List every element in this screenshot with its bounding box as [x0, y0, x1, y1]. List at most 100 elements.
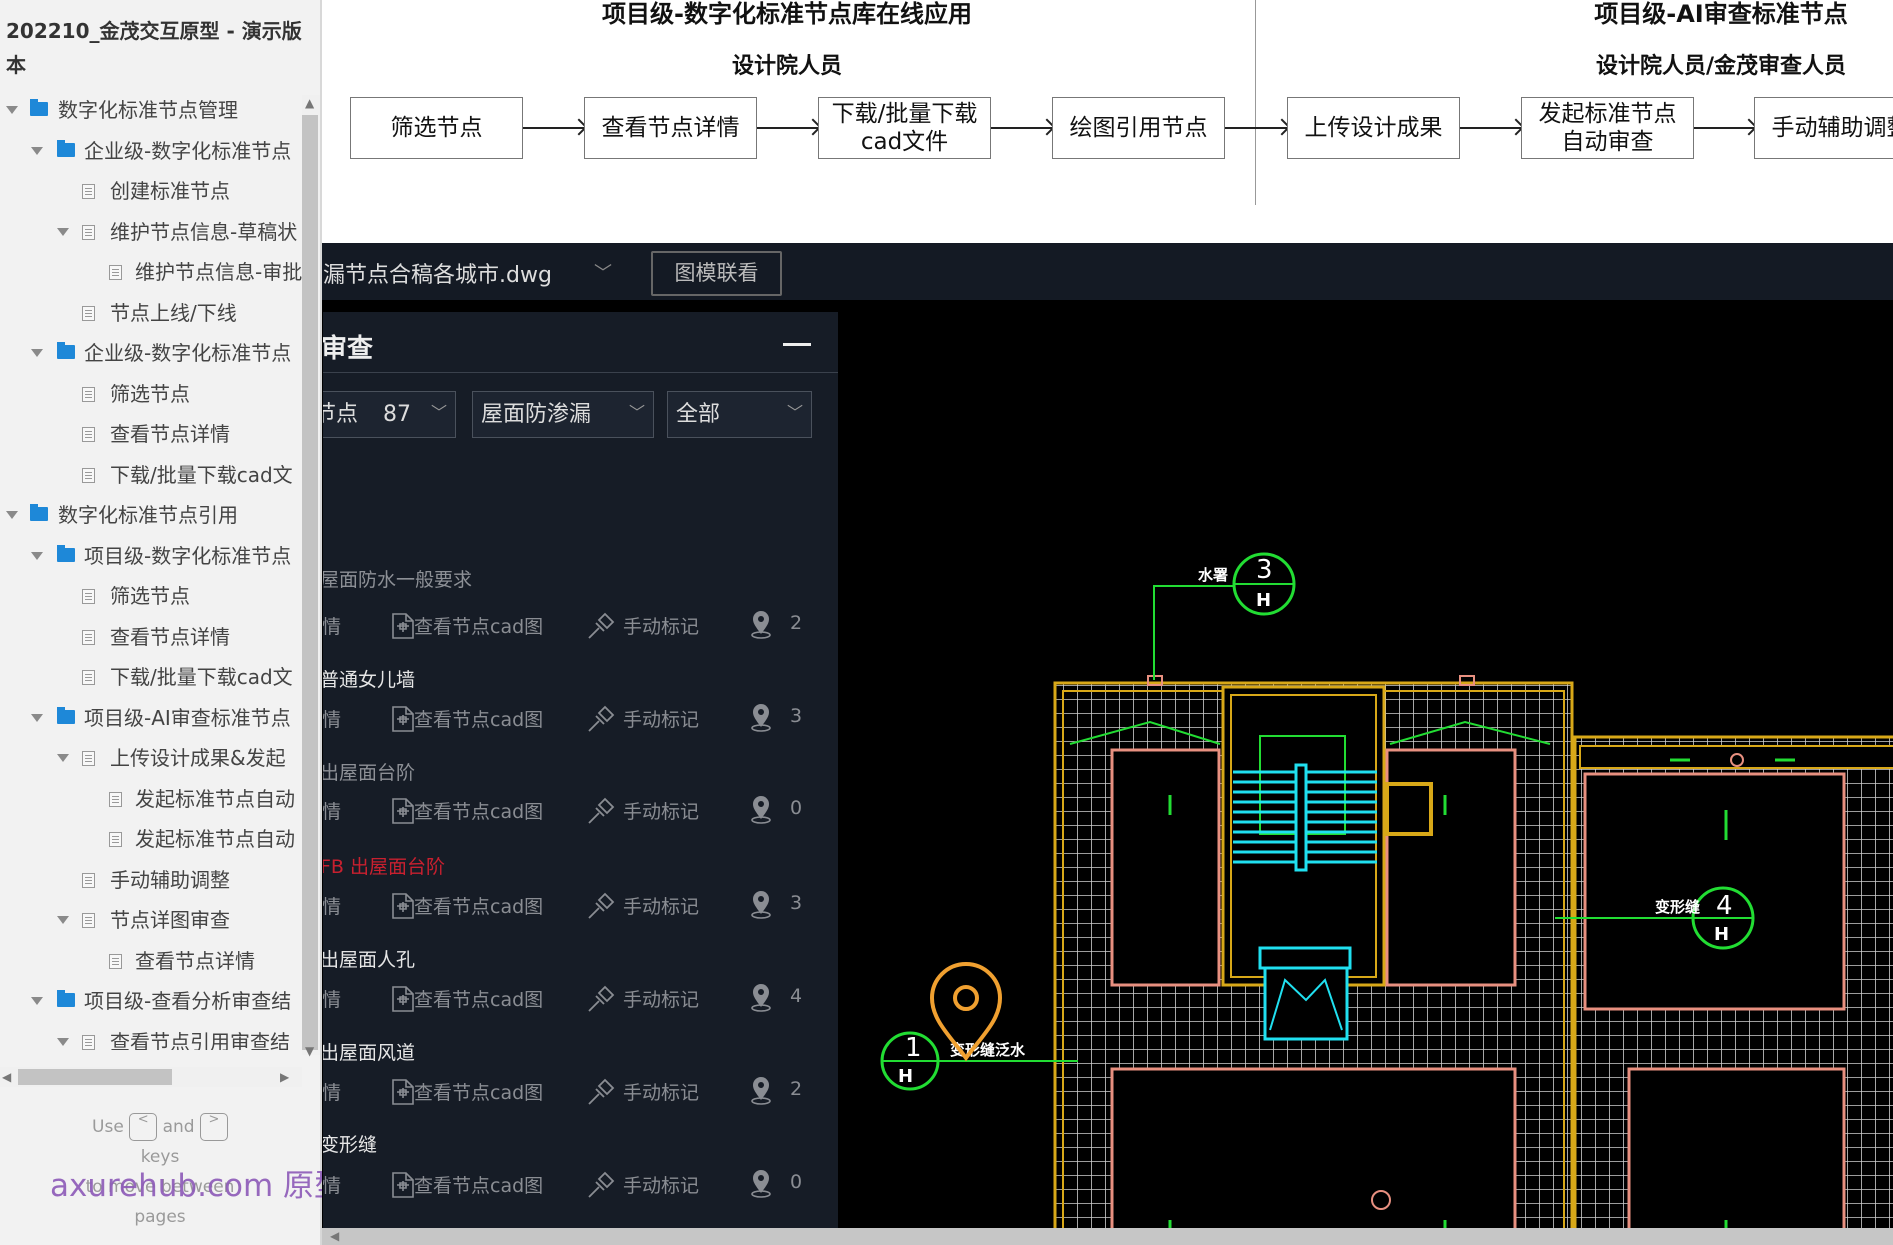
scroll-left-icon[interactable]: ◀	[2, 1070, 11, 1084]
chevron-down-icon: ﹀	[628, 403, 645, 422]
manual-mark-link[interactable]: 手动标记	[623, 797, 699, 824]
view-cad-link[interactable]: 查看节点cad图	[414, 797, 543, 824]
view-cad-link[interactable]: 查看节点cad图	[414, 1171, 543, 1198]
tree-item-label: 下载/批量下载cad文	[110, 665, 293, 689]
tree-item[interactable]: 节点上线/下线	[0, 293, 302, 333]
flow-step: 下载/批量下载cad文件	[818, 97, 991, 159]
tree-item[interactable]: 企业级-数字化标准节点	[0, 333, 302, 373]
scroll-up-icon[interactable]: ▲	[305, 96, 314, 110]
tree-item[interactable]: 下载/批量下载cad文	[0, 657, 302, 697]
tree-item-label: 手动辅助调整	[110, 867, 230, 892]
tree-item[interactable]: 维护节点信息-审批	[0, 252, 302, 292]
tree-item-label: 查看节点引用审查结	[110, 1029, 290, 1051]
expand-triangle-icon[interactable]	[31, 551, 43, 560]
scroll-down-icon[interactable]: ▼	[305, 1044, 314, 1058]
review-item-title[interactable]: FB 出屋面台阶	[323, 852, 445, 879]
tree-item[interactable]: 筛选节点	[0, 576, 302, 616]
tree-item[interactable]: 维护节点信息-草稿状	[0, 212, 302, 252]
tree-item[interactable]: 查看节点详情	[0, 941, 302, 981]
tree-item-label: 查看节点详情	[110, 624, 230, 649]
scroll-right-icon[interactable]: ▶	[280, 1070, 289, 1084]
tree-item[interactable]: 上传设计成果&发起	[0, 738, 302, 778]
manual-mark-link[interactable]: 手动标记	[623, 612, 699, 639]
category-dropdown[interactable]: 屋面防渗漏 ﹀	[472, 391, 654, 438]
bottom-horizontal-scrollbar[interactable]: ◀	[322, 1228, 1893, 1245]
review-item-title[interactable]: 屋面防水一般要求	[323, 565, 472, 592]
expand-triangle-icon[interactable]	[31, 997, 43, 1005]
tree-item[interactable]: 手动辅助调整	[0, 860, 302, 900]
manual-mark-link[interactable]: 手动标记	[623, 1078, 699, 1105]
page-icon	[82, 386, 95, 402]
folder-icon	[57, 706, 75, 724]
tree-item[interactable]: 企业级-数字化标准节点	[0, 131, 302, 171]
review-item-title[interactable]: 出屋面台阶	[323, 758, 415, 785]
node-filter-label: 节点	[323, 402, 359, 427]
vertical-scroll-thumb[interactable]	[302, 115, 318, 1050]
tree-item[interactable]: 查看节点引用审查结	[0, 1022, 302, 1051]
view-cad-link[interactable]: 查看节点cad图	[414, 892, 543, 919]
detail-link[interactable]: 详情	[323, 892, 341, 919]
view-cad-link[interactable]: 查看节点cad图	[414, 705, 543, 732]
tree-item[interactable]: 下载/批量下载cad文	[0, 455, 302, 495]
page-tree: 数字化标准节点管理 企业级-数字化标准节点 创建标准节点 维护节点信息-草稿状 维护节点…	[0, 90, 302, 1050]
status-dropdown[interactable]: 全部 ﹀	[667, 391, 812, 438]
review-item-title[interactable]: 出屋面风道	[323, 1038, 415, 1065]
tree-item[interactable]: 筛选节点	[0, 374, 302, 414]
cad-review-app: 漏节点合稿各城市.dwg ﹀ 图模联看 审查 节点 87 ﹀ 屋面防渗漏 ﹀ 全…	[322, 243, 1893, 1228]
detail-link[interactable]: 详情	[323, 612, 341, 639]
tree-item[interactable]: 数字化标准节点管理	[0, 90, 302, 130]
cad-file-icon	[392, 798, 414, 824]
detail-link[interactable]: 详情	[323, 1078, 341, 1105]
tree-item[interactable]: 发起标准节点自动	[0, 779, 302, 819]
cad-file-icon	[392, 1079, 414, 1105]
tree-item[interactable]: 查看节点详情	[0, 414, 302, 454]
detail-link[interactable]: 详情	[323, 705, 341, 732]
location-count-icon	[751, 1170, 771, 1198]
view-cad-link[interactable]: 查看节点cad图	[414, 985, 543, 1012]
tree-item[interactable]: 数字化标准节点引用	[0, 495, 302, 535]
manual-mark-link[interactable]: 手动标记	[623, 892, 699, 919]
tree-item[interactable]: 项目级-数字化标准节点	[0, 536, 302, 576]
expand-triangle-icon[interactable]	[57, 916, 69, 924]
file-selector[interactable]: 漏节点合稿各城市.dwg	[323, 257, 552, 289]
tree-item[interactable]: 查看节点详情	[0, 617, 302, 657]
chevron-down-icon[interactable]: ﹀	[594, 259, 612, 285]
location-count: 2	[790, 612, 803, 634]
detail-link[interactable]: 详情	[323, 1171, 341, 1198]
manual-mark-link[interactable]: 手动标记	[623, 705, 699, 732]
location-count: 2	[790, 1078, 803, 1100]
tree-item[interactable]: 项目级-查看分析审查结	[0, 981, 302, 1021]
cad-viewer[interactable]: 水署 3 H 变形缝 4 H 变形缝泛水 1 H	[838, 312, 1893, 1228]
location-count: 0	[790, 1171, 803, 1193]
view-cad-link[interactable]: 查看节点cad图	[414, 1078, 543, 1105]
expand-triangle-icon[interactable]	[31, 713, 43, 722]
manual-mark-link[interactable]: 手动标记	[623, 1171, 699, 1198]
expand-triangle-icon[interactable]	[6, 106, 18, 114]
tree-item[interactable]: 项目级-AI审查标准节点	[0, 698, 302, 738]
horizontal-scroll-thumb[interactable]	[18, 1069, 172, 1085]
review-item-actions: 详情 查看节点cad图 手动标记 4	[323, 979, 838, 1015]
expand-triangle-icon[interactable]	[57, 1037, 69, 1046]
expand-triangle-icon[interactable]	[6, 511, 18, 519]
tree-item[interactable]: 节点详图审查	[0, 900, 302, 940]
expand-triangle-icon[interactable]	[31, 349, 43, 357]
manual-mark-link[interactable]: 手动标记	[623, 985, 699, 1012]
review-item-title[interactable]: 普通女儿墙	[323, 665, 415, 692]
pin-icon	[588, 797, 615, 824]
expand-triangle-icon[interactable]	[57, 754, 69, 762]
review-item-title[interactable]: 出屋面人孔	[323, 945, 415, 972]
detail-link[interactable]: 详情	[323, 985, 341, 1012]
panel-title: 审查	[323, 334, 374, 364]
tree-item[interactable]: 发起标准节点自动	[0, 819, 302, 859]
minimize-icon[interactable]	[783, 343, 811, 346]
view-cad-link[interactable]: 查看节点cad图	[414, 612, 543, 639]
node-filter-dropdown[interactable]: 节点 87 ﹀	[323, 391, 456, 438]
expand-triangle-icon[interactable]	[57, 227, 69, 236]
tree-item[interactable]: 创建标准节点	[0, 171, 302, 211]
model-link-button[interactable]: 图模联看	[651, 251, 782, 296]
detail-link[interactable]: 详情	[323, 797, 341, 824]
scroll-left-icon[interactable]: ◀	[330, 1229, 339, 1243]
expand-triangle-icon[interactable]	[31, 146, 43, 155]
callout-3[interactable]: 水署 3 H	[1153, 552, 1296, 680]
review-item-title[interactable]: 变形缝	[323, 1130, 377, 1157]
